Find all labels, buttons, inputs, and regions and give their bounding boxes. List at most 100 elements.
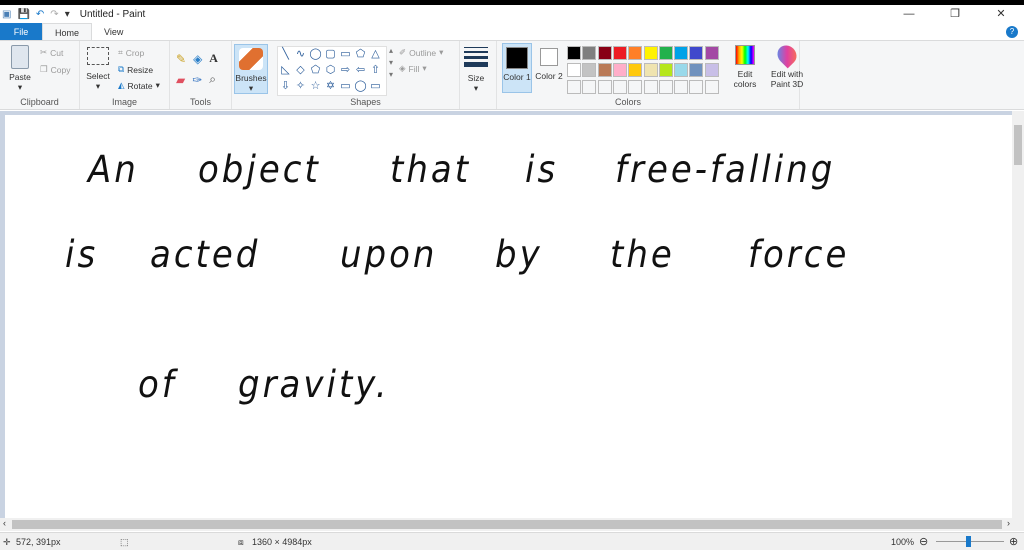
color-swatch[interactable] — [612, 63, 627, 77]
color-swatch[interactable] — [704, 63, 719, 77]
shape-13-icon[interactable]: ⇧ — [368, 63, 383, 79]
brushes-button[interactable]: Brushes ▾ — [234, 44, 268, 94]
shape-16-icon[interactable]: ☆ — [308, 79, 323, 95]
shapes-scroll[interactable]: ▴ ▾ ▾ — [389, 46, 393, 79]
custom-color-slot[interactable] — [689, 80, 704, 94]
shape-14-icon[interactable]: ⇩ — [278, 79, 293, 95]
paint-app-icon[interactable]: ▣ — [2, 9, 11, 20]
shape-9-icon[interactable]: ⬠ — [308, 63, 323, 79]
shape-20-icon[interactable]: ▭ — [368, 79, 383, 95]
shape-1-icon[interactable]: ∿ — [293, 47, 308, 63]
color-swatch[interactable] — [643, 46, 658, 60]
shape-12-icon[interactable]: ⇦ — [353, 63, 368, 79]
fill-bucket-icon[interactable]: ◈ — [193, 52, 202, 66]
paste-button[interactable]: Paste ▾ — [6, 45, 34, 92]
eraser-icon[interactable]: ▰ — [176, 73, 185, 87]
shape-8-icon[interactable]: ◇ — [293, 63, 308, 79]
shape-4-icon[interactable]: ▭ — [338, 47, 353, 63]
size-icon — [464, 47, 488, 67]
copy-button[interactable]: ❐ Copy — [40, 64, 70, 75]
color-swatch[interactable] — [674, 63, 689, 77]
color-swatch[interactable] — [597, 46, 612, 60]
vertical-scrollbar[interactable] — [1012, 111, 1024, 518]
save-icon[interactable]: 💾 — [17, 9, 29, 20]
shape-19-icon[interactable]: ◯ — [353, 79, 368, 95]
color-swatch[interactable] — [658, 46, 673, 60]
size-button[interactable]: Size ▾ — [462, 45, 490, 93]
custom-color-slot[interactable] — [704, 80, 719, 94]
rotate-button[interactable]: ◭ Rotate ▾ — [118, 80, 160, 91]
tab-file[interactable]: File — [0, 23, 42, 41]
color-swatch[interactable] — [704, 46, 719, 60]
customize-quick-access-icon[interactable]: ▾ — [65, 9, 70, 20]
shape-6-icon[interactable]: △ — [368, 47, 383, 63]
color-swatch[interactable] — [658, 63, 673, 77]
color-swatch[interactable] — [612, 46, 627, 60]
color-swatch[interactable] — [628, 46, 643, 60]
redo-icon[interactable]: ↷ — [50, 9, 58, 20]
shape-11-icon[interactable]: ⇨ — [338, 63, 353, 79]
cut-button[interactable]: ✂ Cut — [40, 47, 63, 58]
text-icon[interactable]: A — [209, 51, 218, 66]
color-swatch[interactable] — [567, 46, 581, 60]
scroll-left-icon[interactable]: ‹ — [3, 518, 6, 528]
zoom-in-button[interactable]: ⊕ — [1009, 535, 1018, 548]
shape-3-icon[interactable]: ▢ — [323, 47, 338, 63]
color-swatch[interactable] — [689, 46, 704, 60]
custom-color-slot[interactable] — [582, 80, 597, 94]
horizontal-scroll-thumb[interactable] — [12, 520, 1002, 529]
color2-button[interactable]: Color 2 — [535, 44, 563, 81]
color-swatch[interactable] — [582, 46, 597, 60]
color-swatch[interactable] — [567, 63, 581, 77]
paint3d-button[interactable]: Edit with Paint 3D — [766, 41, 808, 89]
shapes-group-label: Shapes — [350, 97, 381, 107]
shape-7-icon[interactable]: ◺ — [278, 63, 293, 79]
custom-color-slot[interactable] — [597, 80, 612, 94]
shape-0-icon[interactable]: ╲ — [278, 47, 293, 63]
select-button[interactable]: Select ▾ — [84, 47, 112, 91]
shape-18-icon[interactable]: ▭ — [338, 79, 353, 95]
crop-button[interactable]: ⌗ Crop — [118, 47, 144, 58]
close-button[interactable]: ✕ — [978, 5, 1024, 23]
color1-button[interactable]: Color 1 — [502, 43, 532, 93]
custom-color-slot[interactable] — [674, 80, 689, 94]
drawing-canvas[interactable]: An object that is free-falling is acted upon by t… — [5, 115, 1012, 518]
shape-17-icon[interactable]: ✡ — [323, 79, 338, 95]
handwritten-word: the — [610, 233, 675, 277]
tab-home[interactable]: Home — [42, 23, 93, 41]
tab-view[interactable]: View — [92, 23, 135, 41]
color-swatch[interactable] — [643, 63, 658, 77]
outline-button[interactable]: ✐ Outline ▾ — [399, 47, 443, 58]
canvas-size-icon: ⧈ — [238, 537, 244, 547]
custom-color-slot[interactable] — [612, 80, 627, 94]
zoom-out-button[interactable]: ⊖ — [919, 535, 928, 548]
fill-button[interactable]: ◈ Fill ▾ — [399, 63, 427, 74]
color-swatch[interactable] — [597, 63, 612, 77]
magnifier-icon[interactable]: ⌕ — [209, 72, 216, 87]
shape-15-icon[interactable]: ✧ — [293, 79, 308, 95]
undo-icon[interactable]: ↶ — [36, 9, 44, 20]
custom-color-slot[interactable] — [567, 80, 581, 94]
color2-label: Color 2 — [535, 71, 563, 81]
shape-10-icon[interactable]: ⬡ — [323, 63, 338, 79]
shape-5-icon[interactable]: ⬠ — [353, 47, 368, 63]
edit-colors-button[interactable]: Edit colors — [731, 45, 759, 89]
color-swatch[interactable] — [628, 63, 643, 77]
custom-color-slot[interactable] — [628, 80, 643, 94]
vertical-scroll-thumb[interactable] — [1014, 125, 1022, 165]
pencil-icon[interactable]: ✎ — [176, 52, 186, 66]
zoom-slider-thumb[interactable] — [966, 536, 971, 547]
color-picker-icon[interactable]: ✑ — [192, 73, 202, 87]
scroll-right-icon[interactable]: › — [1007, 518, 1010, 528]
horizontal-scrollbar[interactable]: ‹ › — [0, 518, 1024, 531]
color-swatch[interactable] — [674, 46, 689, 60]
shape-2-icon[interactable]: ◯ — [308, 47, 323, 63]
maximize-button[interactable]: ❐ — [932, 5, 978, 23]
color-swatch[interactable] — [689, 63, 704, 77]
color-swatch[interactable] — [582, 63, 597, 77]
custom-color-slot[interactable] — [643, 80, 658, 94]
minimize-button[interactable]: — — [886, 5, 932, 23]
resize-button[interactable]: ⧉ Resize — [118, 64, 153, 75]
help-icon[interactable]: ? — [1006, 26, 1018, 38]
custom-color-slot[interactable] — [658, 80, 673, 94]
